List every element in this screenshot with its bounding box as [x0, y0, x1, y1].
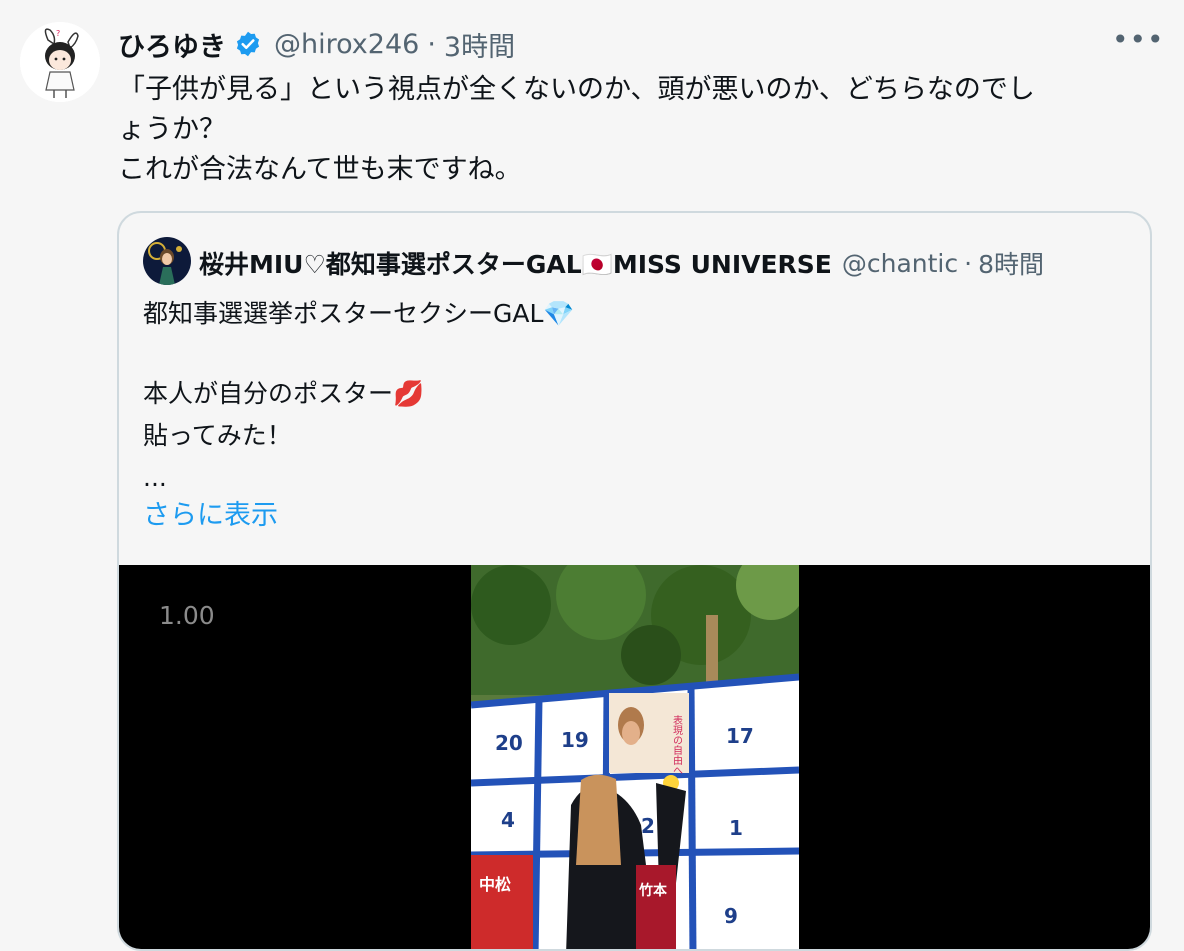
quoted-author-avatar[interactable] — [143, 237, 191, 285]
video-player[interactable]: 1.00 表現の自由へ 中松 竹本 20 19 17 4 2 1 9 — [119, 565, 1150, 949]
quoted-text-line: 都知事選選挙ポスターセクシーGAL💎 — [143, 299, 575, 328]
quoted-tweet-header: 桜井MIU♡都知事選ポスターGAL🇯🇵MISS UNIVERSE @chanti… — [199, 243, 1129, 283]
show-more-link[interactable]: さらに表示 — [143, 493, 278, 532]
board-number: 20 — [495, 731, 523, 755]
svg-text:?: ? — [56, 29, 60, 38]
poster-text: 表現の自由へ — [671, 714, 683, 775]
quoted-author-name[interactable]: 桜井MIU♡都知事選ポスターGAL🇯🇵MISS UNIVERSE — [199, 245, 832, 281]
separator-dot: · — [427, 28, 436, 60]
tweet[interactable]: ? ひろゆき @hirox246 · 3時間 ••• 「子供が見る」という視点が… — [0, 0, 1184, 951]
author-avatar[interactable]: ? — [20, 22, 100, 102]
candidate-poster-label: 中松 — [479, 875, 511, 894]
quoted-tweet[interactable]: 桜井MIU♡都知事選ポスターGAL🇯🇵MISS UNIVERSE @chanti… — [117, 211, 1152, 951]
tweet-text-line: これが合法なんて世も末ですね。 — [118, 154, 522, 185]
tweet-timestamp[interactable]: 3時間 — [444, 25, 515, 64]
board-number: 2 — [641, 814, 655, 838]
author-name[interactable]: ひろゆき — [118, 25, 226, 64]
playback-speed-label[interactable]: 1.00 — [159, 601, 215, 630]
quoted-tweet-timestamp[interactable]: 8時間 — [978, 245, 1044, 281]
author-handle[interactable]: @hirox246 — [274, 29, 419, 60]
tweet-text-line: ょうか？ — [118, 114, 226, 145]
quoted-text-line: 本人が自分のポスター💋 — [143, 379, 425, 408]
video-frame[interactable]: 表現の自由へ 中松 竹本 20 19 17 4 2 1 9 — [471, 565, 799, 949]
board-number: 1 — [729, 816, 743, 840]
verified-badge-icon — [234, 30, 262, 58]
quoted-tweet-text: 都知事選選挙ポスターセクシーGAL💎 本人が自分のポスター💋 貼ってみた！ ..… — [143, 293, 575, 499]
board-number: 4 — [501, 808, 515, 832]
quoted-author-handle[interactable]: @chantic — [842, 249, 958, 278]
board-number: 17 — [726, 724, 754, 748]
board-number: 19 — [561, 728, 589, 752]
candidate-poster-label: 竹本 — [638, 882, 668, 899]
tweet-text-line: 「子供が見る」という視点が全くないのか、頭が悪いのか、どちらなのでし — [118, 74, 1035, 105]
separator-dot: · — [964, 248, 973, 278]
board-number: 9 — [724, 904, 738, 928]
tweet-header: ひろゆき @hirox246 · 3時間 — [118, 24, 515, 64]
quoted-text-line: 貼ってみた！ — [143, 421, 292, 450]
tweet-text: 「子供が見る」という視点が全くないのか、頭が悪いのか、どちらなのでし ょうか？ … — [118, 70, 1148, 190]
more-options-icon[interactable]: ••• — [1112, 26, 1164, 58]
